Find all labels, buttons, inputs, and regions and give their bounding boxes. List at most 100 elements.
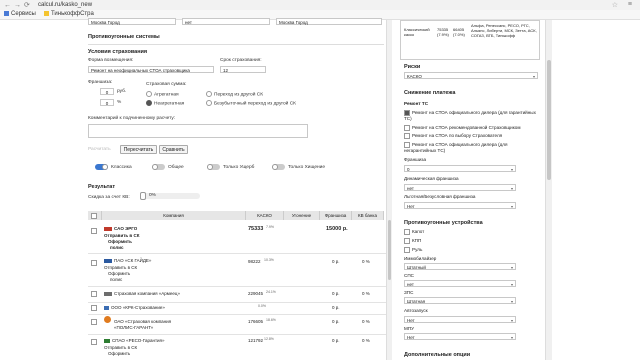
toggle-classic[interactable] xyxy=(95,164,108,170)
kasko-percent: 12.8% xyxy=(264,337,274,341)
radio-selected-icon xyxy=(146,100,152,106)
radio-lossfree[interactable]: Безубыточный переход из другой СК xyxy=(206,100,296,106)
toggle-knob xyxy=(102,164,108,170)
franchise-label: Франшиза: xyxy=(88,80,113,85)
compensation-select[interactable]: Ремонт на неофициальных СТОА страховщика xyxy=(88,66,214,73)
browser-menu-icon[interactable]: ≡ xyxy=(628,1,632,8)
send-to-company-link[interactable]: Отправить в СК xyxy=(104,233,139,238)
company-name: ООО «КРК-Страхование» xyxy=(104,305,165,310)
sidebar-scrollbar[interactable] xyxy=(545,20,552,360)
row-checkbox[interactable] xyxy=(91,291,97,297)
sps-select[interactable]: нет xyxy=(404,280,516,288)
issue-policy-link[interactable]: Оформить xyxy=(108,271,130,276)
dynamic-franchise-select[interactable]: нет xyxy=(404,184,516,192)
row-checkbox[interactable] xyxy=(91,228,97,234)
radio-aggregate[interactable]: Агрегатная xyxy=(146,91,179,97)
scrollbar-thumb[interactable] xyxy=(547,60,551,180)
col-company[interactable]: Компания xyxy=(102,211,246,220)
term-select[interactable]: 12 xyxy=(220,66,266,73)
toggle-common[interactable] xyxy=(152,164,165,170)
select-all-header[interactable] xyxy=(88,211,102,220)
privileged-franchise-select[interactable]: Нет xyxy=(404,202,516,210)
discount-slider[interactable]: 0% xyxy=(140,192,200,200)
issue-policy-link-2[interactable]: полис xyxy=(110,277,122,282)
checkbox-icon xyxy=(404,247,410,253)
term-label: Срок страхования: xyxy=(220,58,262,63)
check-hood[interactable]: Капот xyxy=(404,229,424,235)
toggle-theft-only[interactable] xyxy=(272,164,285,170)
franchise-rub-input[interactable]: 0 xyxy=(100,88,114,95)
checkbox-icon xyxy=(404,238,410,244)
kasko-price: 121792 xyxy=(248,338,264,343)
repair-option-recommended[interactable]: Ремонт на СТОА рекомендованной Страховщи… xyxy=(404,125,538,131)
slider-handle[interactable] xyxy=(140,192,146,200)
table-row[interactable]: САО ЭРГО Отправить в СК Оформить полис 7… xyxy=(88,221,386,254)
kasko-price: 176605 xyxy=(248,319,264,324)
table-row[interactable]: ОАО «Страховая компания «ПОЛИС-ГАРАНТ» 1… xyxy=(88,314,386,335)
back-forward-reload-icons[interactable]: ←→⟳ xyxy=(4,1,33,9)
table-row[interactable]: Страховая компания «Армеец» 229045 24.1%… xyxy=(88,286,386,303)
issue-policy-link[interactable]: Оформить xyxy=(108,239,132,244)
franchise-value: 0 р. xyxy=(332,319,340,324)
compare-button[interactable]: Сравнить xyxy=(159,145,188,154)
toggle-knob xyxy=(272,164,278,170)
risks-select[interactable]: КАСКО xyxy=(404,72,538,80)
repair-option-by-choice[interactable]: Ремонт на СТОА по выбору Страхователя xyxy=(404,133,538,139)
issue-policy-link[interactable]: Оформить xyxy=(108,351,130,356)
toggle-damage-only-label: Только Ущерб xyxy=(223,165,255,170)
city-field-left[interactable]: Москва Город xyxy=(88,18,176,25)
radio-icon xyxy=(206,100,212,106)
radio-icon xyxy=(146,91,152,97)
company-name: ПАО «СК ГАЙДЕ» xyxy=(104,258,151,263)
row-checkbox[interactable] xyxy=(91,319,97,325)
table-row[interactable]: ПАО «СК ГАЙДЕ» Отправить в СК Оформить п… xyxy=(88,253,386,287)
col-franchise[interactable]: Франшиза xyxy=(320,211,352,220)
col-kv[interactable]: КВ банка xyxy=(352,211,384,220)
row-checkbox[interactable] xyxy=(91,305,97,311)
repair-option-dealer-nonwarranty[interactable]: Ремонт на СТОА официального дилера (для … xyxy=(404,142,538,153)
check-wheel[interactable]: Руль xyxy=(404,247,422,253)
toggle-theft-only-label: Только Хищение xyxy=(288,165,326,170)
company-name: Страховая компания «Армеец» xyxy=(104,291,180,296)
row-checkbox[interactable] xyxy=(91,339,97,345)
toggle-knob xyxy=(207,164,213,170)
scrollbar-thumb[interactable] xyxy=(388,220,391,280)
risks-title: Риски xyxy=(404,64,421,70)
send-to-company-link[interactable]: Отправить в СК xyxy=(104,345,137,350)
row-checkbox[interactable] xyxy=(91,260,97,266)
radio-nonaggregate[interactable]: Неагрегатная xyxy=(146,100,184,106)
toggle-damage-only[interactable] xyxy=(207,164,220,170)
checkbox-icon xyxy=(404,133,410,139)
content-scrollbar[interactable] xyxy=(386,20,392,360)
url-field[interactable]: calcul.ru/kasko_new xyxy=(38,2,92,8)
radio-transfer[interactable]: Переход из другой СК xyxy=(206,91,263,97)
mpu-select[interactable]: Нет xyxy=(404,333,516,341)
repair-option-dealer-warranty[interactable]: Ремонт на СТОА официального дилера (для … xyxy=(404,110,538,121)
bookmark-tinkoff[interactable]: ТинькоффСтра xyxy=(44,11,94,17)
city-field-right[interactable]: Москва Город xyxy=(276,18,382,25)
check-gearbox[interactable]: КПП xyxy=(404,238,421,244)
franchise-pct-input[interactable]: 0 xyxy=(100,99,114,106)
rp-franchise-select[interactable]: 0 xyxy=(404,165,516,173)
compensation-label: Форма возмещения: xyxy=(88,58,134,63)
city-field-mid[interactable]: нет xyxy=(182,18,270,25)
comment-label: Комментарий к подчиненному расчету: xyxy=(88,116,176,121)
toggle-classic-label: Классика xyxy=(111,165,132,170)
autostart-select[interactable]: Нет xyxy=(404,316,516,324)
col-ugon[interactable]: Угонение xyxy=(284,211,320,220)
recalculate-button[interactable]: Пересчитать xyxy=(120,145,157,154)
zps-select[interactable]: Штатная xyxy=(404,297,516,305)
immobilizer-select[interactable]: Штатный xyxy=(404,263,516,271)
col-kasko[interactable]: КАСКО xyxy=(246,211,284,220)
antitheft-section-title[interactable]: Противоугонные системы xyxy=(88,34,160,40)
bookmark-services[interactable]: Сервисы xyxy=(4,11,36,17)
comment-textarea[interactable] xyxy=(88,124,308,138)
issue-policy-link-2[interactable]: полис xyxy=(110,245,123,250)
send-to-company-link[interactable]: Отправить в СК xyxy=(104,265,137,270)
summary-mini-table: Классический каско 75335 (7.9%) 66405 (7… xyxy=(400,20,540,60)
bookmark-star-icon[interactable]: ☆ xyxy=(612,1,618,9)
repair-title: Ремонт ТС xyxy=(404,101,429,106)
company-logo-icon xyxy=(104,338,110,343)
company-logo-icon xyxy=(104,316,111,323)
table-row[interactable]: СПАО «РЕСО-Гарантия» Отправить в СК Офор… xyxy=(88,334,386,360)
